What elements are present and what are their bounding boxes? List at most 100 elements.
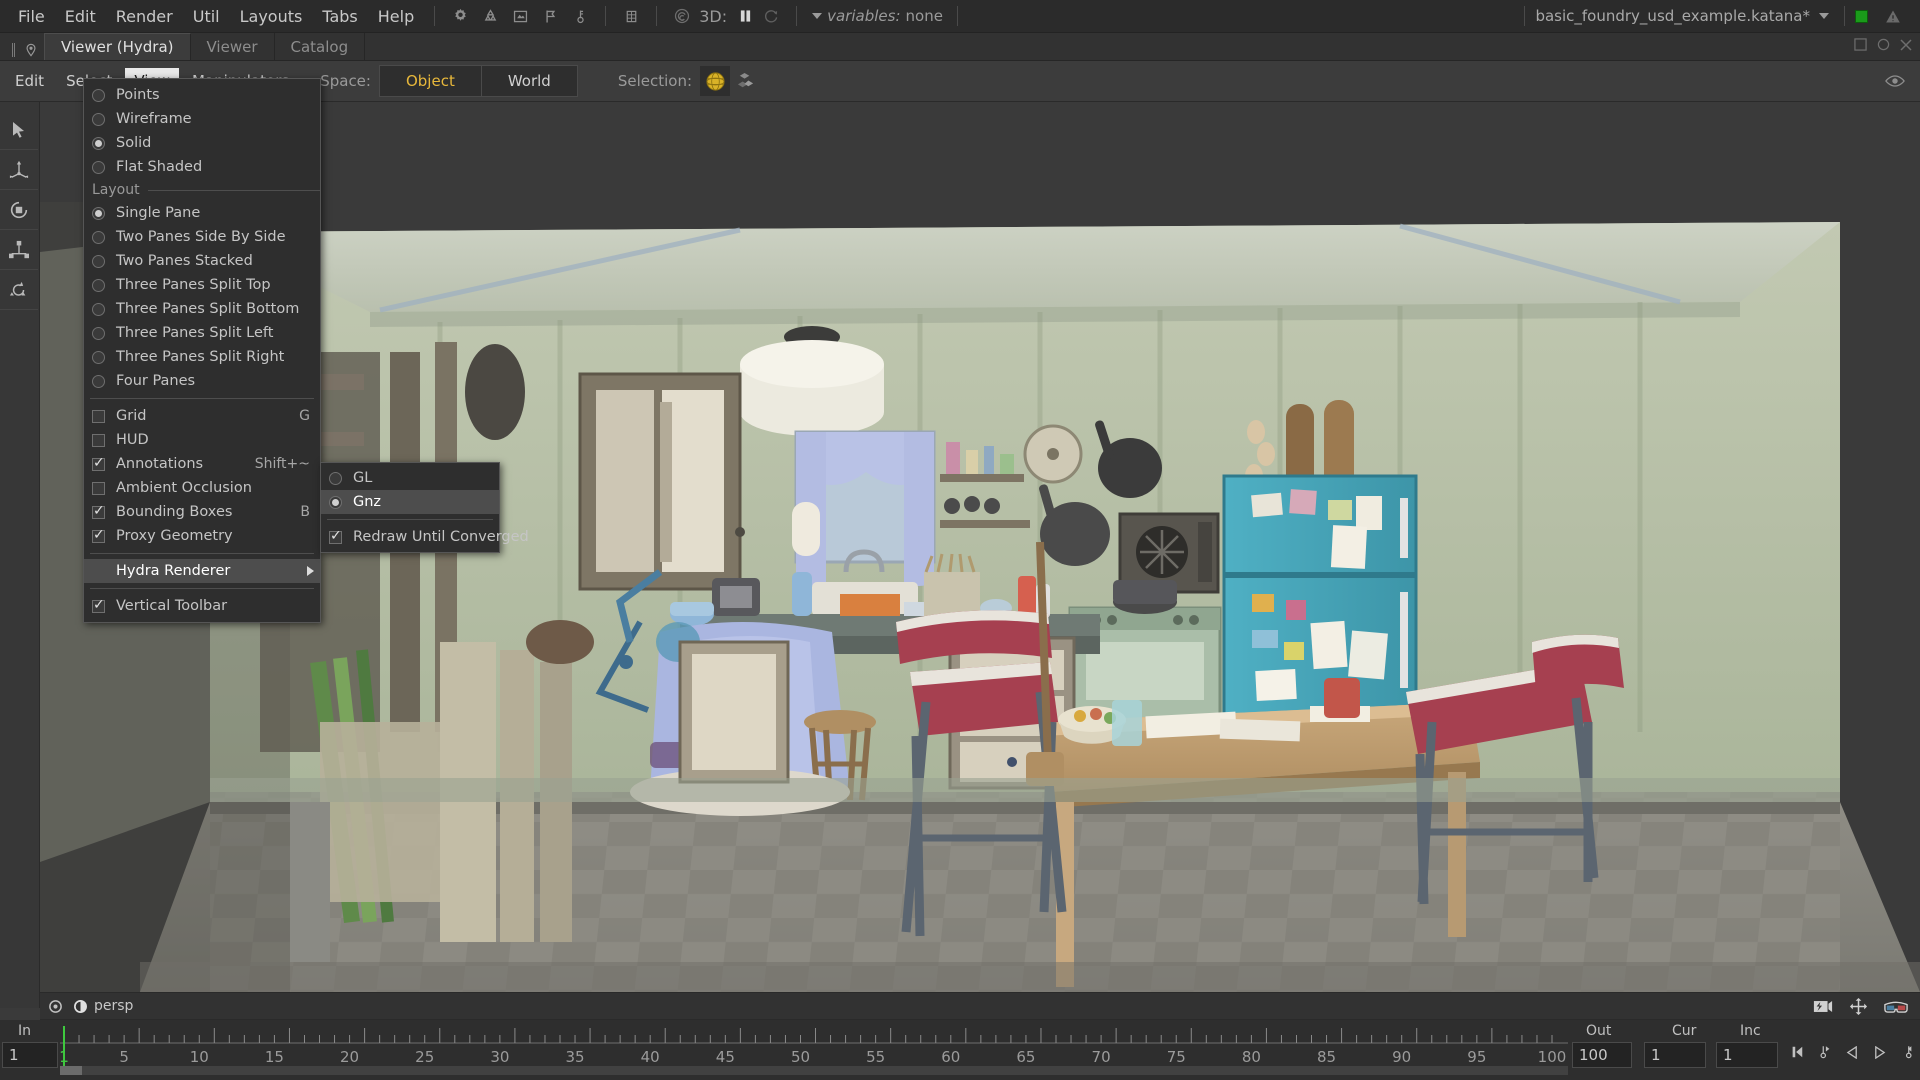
timeline-scrollbar[interactable] [60,1066,1568,1075]
tab-viewer-hydra[interactable]: Viewer (Hydra) [44,33,191,60]
menu-item-flat-shaded[interactable]: Flat Shaded [84,155,320,179]
tab-settings-icon[interactable] [1877,36,1890,55]
menu-item-three-panes-split-bottom[interactable]: Three Panes Split Bottom [84,297,320,321]
menu-file[interactable]: File [8,4,55,29]
in-field[interactable] [2,1042,58,1068]
cur-field[interactable] [1644,1042,1706,1068]
close-icon[interactable] [1900,36,1912,55]
svg-text:1: 1 [60,1048,69,1066]
checkbox-icon [92,434,105,447]
menu-item-single-pane[interactable]: Single Pane [84,201,320,225]
flag-icon[interactable] [535,3,565,29]
menu-item-solid[interactable]: Solid [84,131,320,155]
menu-item-hydra-renderer[interactable]: Hydra Renderer [84,559,320,583]
menu-item-label: Points [116,87,314,103]
chevron-down-icon[interactable] [812,13,822,19]
svg-text:10: 10 [190,1048,209,1066]
menu-item-shortcut: Shift+~ [255,456,314,472]
menu-item-bounding-boxes[interactable]: Bounding Boxes B [84,500,320,524]
menu-item-four-panes[interactable]: Four Panes [84,369,320,393]
out-field[interactable] [1572,1042,1632,1068]
radio-icon [92,161,105,174]
menu-item-three-panes-split-top[interactable]: Three Panes Split Top [84,273,320,297]
filename-chevron-down-icon[interactable] [1819,13,1829,19]
drag-handle-icon[interactable] [6,40,20,60]
menu-item-ambient-occlusion[interactable]: Ambient Occlusion [84,476,320,500]
svg-text:65: 65 [1016,1048,1035,1066]
svg-text:95: 95 [1467,1048,1486,1066]
menu-layouts[interactable]: Layouts [230,4,313,29]
recycle-icon[interactable] [475,3,505,29]
spiral-icon[interactable] [667,3,697,29]
menu-help[interactable]: Help [368,4,424,29]
translate-tool[interactable] [0,150,38,190]
menu-util[interactable]: Util [183,4,230,29]
rotate-tool[interactable] [0,270,38,310]
inc-field[interactable] [1716,1042,1778,1068]
go-to-start-icon[interactable] [1790,1044,1804,1063]
submenu-item-gl[interactable]: GL [321,466,499,490]
menu-item-label: Solid [116,135,314,151]
prev-key-icon[interactable] [1818,1044,1832,1063]
svg-text:50: 50 [791,1048,810,1066]
out-label: Out [1586,1023,1611,1039]
menu-item-three-panes-split-right[interactable]: Three Panes Split Right [84,345,320,369]
play-forward-icon[interactable] [1873,1044,1886,1063]
menu-edit[interactable]: Edit [55,4,106,29]
menu-item-wireframe[interactable]: Wireframe [84,107,320,131]
warning-icon[interactable] [1878,3,1908,29]
submenu-item-gnz[interactable]: Gnz [321,490,499,514]
timeline-scroll-thumb[interactable] [60,1066,82,1075]
menu-item-label: Annotations [116,456,241,472]
next-key-icon[interactable] [1900,1044,1914,1063]
menu-item-label: Proxy Geometry [116,528,296,544]
thermometer-icon[interactable] [565,3,595,29]
tab-pin-icon[interactable] [24,40,38,60]
menu-item-label: Two Panes Stacked [116,253,314,269]
svg-text:80: 80 [1242,1048,1261,1066]
menu-render[interactable]: Render [106,4,183,29]
camera-name[interactable]: persp [94,998,133,1014]
blocks-selection-icon[interactable] [730,66,760,96]
menu-item-vertical-toolbar[interactable]: Vertical Toolbar [84,594,320,618]
menu-item-hud[interactable]: HUD [84,428,320,452]
scale-tool[interactable] [0,190,38,230]
checkbox-icon-checked [329,531,342,544]
pointer-select-tool[interactable] [0,110,38,150]
camera-icon[interactable] [73,999,88,1014]
menu-item-label: Three Panes Split Top [116,277,314,293]
menu-item-two-panes-side-by-side[interactable]: Two Panes Side By Side [84,225,320,249]
refresh-icon[interactable] [756,3,786,29]
menu-tabs[interactable]: Tabs [312,4,367,29]
menu-item-label: Three Panes Split Right [116,349,314,365]
play-back-icon[interactable] [1846,1044,1859,1063]
tab-viewer[interactable]: Viewer [191,33,275,60]
stereo-glasses-icon[interactable] [1884,1000,1908,1013]
space-option-world[interactable]: World [481,66,577,96]
pan-zoom-icon[interactable] [1849,997,1868,1016]
snapshot-icon[interactable] [1813,999,1833,1014]
divider [1524,6,1525,26]
tab-float-icon[interactable] [1854,36,1867,55]
eye-visibility-icon[interactable] [1880,68,1910,94]
move-handles-tool[interactable] [0,230,38,270]
submenu-item-redraw-until-converged[interactable]: Redraw Until Converged [321,525,499,549]
menu-item-label: Single Pane [116,205,314,221]
lock-camera-icon[interactable] [48,999,63,1014]
menu-item-three-panes-split-left[interactable]: Three Panes Split Left [84,321,320,345]
tab-catalog[interactable]: Catalog [275,33,366,60]
menu-item-proxy-geometry[interactable]: Proxy Geometry [84,524,320,548]
sphere-selection-icon[interactable] [700,66,730,96]
menu-item-annotations[interactable]: Annotations Shift+~ [84,452,320,476]
variables-value[interactable]: none [906,7,943,25]
render-mode-label: 3D: [699,7,727,26]
gear-icon[interactable] [445,3,475,29]
menu-item-grid[interactable]: Grid G [84,404,320,428]
pause-icon[interactable] [734,3,756,29]
space-option-object[interactable]: Object [380,66,481,96]
render-node-icon[interactable] [505,3,535,29]
bug-icon[interactable] [616,3,646,29]
viewer-menu-edit[interactable]: Edit [6,68,53,94]
menu-item-two-panes-stacked[interactable]: Two Panes Stacked [84,249,320,273]
menu-item-points[interactable]: Points [84,83,320,107]
